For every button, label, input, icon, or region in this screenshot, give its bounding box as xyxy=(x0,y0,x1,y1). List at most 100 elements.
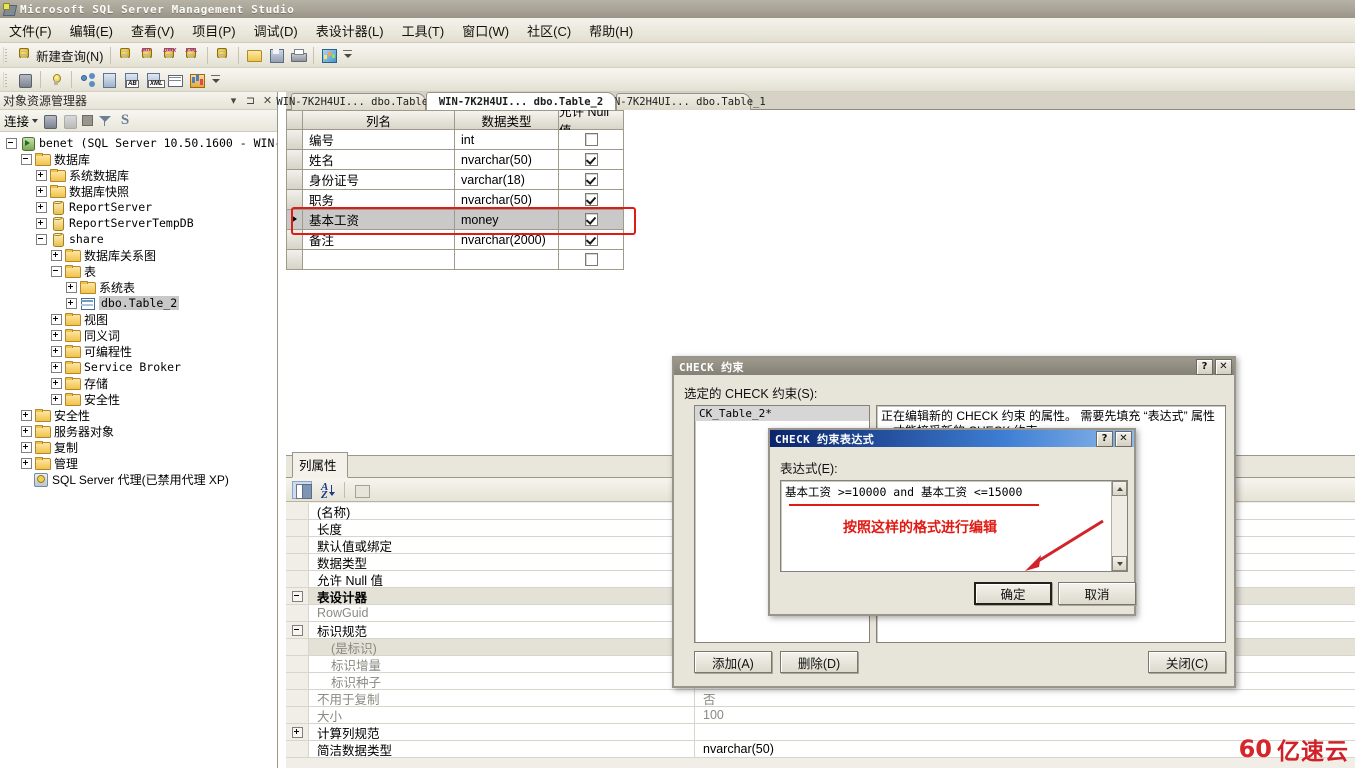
tree-node[interactable]: 视图 xyxy=(0,311,277,327)
allow-null-cell[interactable] xyxy=(559,190,624,210)
expand-icon[interactable] xyxy=(21,457,32,469)
row-selector[interactable] xyxy=(286,250,303,270)
scroll-down-button[interactable] xyxy=(1112,556,1127,571)
column-name-cell[interactable]: 备注 xyxy=(303,230,455,250)
table-row[interactable]: 基本工资 money xyxy=(286,210,624,230)
column-name-cell[interactable]: 基本工资 xyxy=(303,210,455,230)
scroll-up-button[interactable] xyxy=(1112,481,1127,496)
property-row[interactable]: 计算列规范 xyxy=(286,724,1355,741)
open-file-button[interactable] xyxy=(243,44,265,66)
expand-icon[interactable] xyxy=(36,185,47,197)
document-tab-2[interactable]: WIN-7K2H4UI... dbo.Table_1 xyxy=(601,93,766,110)
allow-null-cell[interactable] xyxy=(559,250,624,270)
delete-constraint-button[interactable]: 删除(D) xyxy=(780,651,858,673)
table-row[interactable]: 备注 nvarchar(2000) xyxy=(286,230,624,250)
pin-icon[interactable]: ⊐ xyxy=(244,94,257,107)
row-selector[interactable] xyxy=(286,210,303,230)
data-type-cell[interactable]: int xyxy=(455,130,559,150)
toolbar-grip[interactable] xyxy=(3,47,11,63)
toolbar-overflow-button[interactable] xyxy=(210,72,221,88)
column-name-cell[interactable]: 职务 xyxy=(303,190,455,210)
connect-button[interactable]: 连接 xyxy=(4,111,39,130)
compact-query-button[interactable] xyxy=(212,44,234,66)
database-engine-query-button[interactable] xyxy=(115,44,137,66)
data-type-cell[interactable]: varchar(18) xyxy=(455,170,559,190)
table-row[interactable]: 姓名 nvarchar(50) xyxy=(286,150,624,170)
expand-icon[interactable] xyxy=(291,726,303,738)
data-type-cell[interactable]: nvarchar(50) xyxy=(455,150,559,170)
tab-column-properties[interactable]: 列属性 xyxy=(292,452,348,478)
expr-ok-button[interactable]: 确定 xyxy=(974,582,1052,605)
execution-plan-button[interactable] xyxy=(186,69,208,91)
table-designer-grid[interactable]: 列名数据类型允许 Null 值编号int姓名nvarchar(50)身份证号va… xyxy=(286,105,624,270)
property-row[interactable]: 简洁数据类型 nvarchar(50) xyxy=(286,741,1355,758)
expand-icon[interactable] xyxy=(36,201,47,213)
table-row[interactable]: 编号 int xyxy=(286,130,624,150)
tree-node[interactable]: dbo.Table_2 xyxy=(0,295,277,311)
expand-icon[interactable] xyxy=(51,313,62,325)
close-icon[interactable]: ✕ xyxy=(1215,358,1232,375)
menu-item-1[interactable]: 编辑(E) xyxy=(61,18,122,43)
close-dialog-button[interactable]: 关闭(C) xyxy=(1148,651,1226,673)
menu-item-6[interactable]: 工具(T) xyxy=(393,18,454,43)
toolbar-overflow-button[interactable] xyxy=(342,47,353,63)
tree-node[interactable]: Service Broker xyxy=(0,359,277,375)
data-type-cell[interactable]: nvarchar(2000) xyxy=(455,230,559,250)
document-tab-0[interactable]: WIN-7K2H4UI... dbo.Table_2 xyxy=(276,93,441,110)
allow-null-cell[interactable] xyxy=(559,150,624,170)
tree-node[interactable]: 服务器对象 xyxy=(0,423,277,439)
row-selector[interactable] xyxy=(286,150,303,170)
tree-node[interactable]: SQL Server 代理(已禁用代理 XP) xyxy=(0,471,277,487)
tree-node[interactable]: 复制 xyxy=(0,439,277,455)
column-name-cell[interactable]: 身份证号 xyxy=(303,170,455,190)
help-icon[interactable]: ? xyxy=(1096,430,1113,447)
tree-node[interactable]: ReportServerTempDB xyxy=(0,215,277,231)
tree-node[interactable]: 表 xyxy=(0,263,277,279)
collapse-icon[interactable] xyxy=(21,153,32,165)
table-row[interactable]: 身份证号 varchar(18) xyxy=(286,170,624,190)
tree-node[interactable]: ReportServer xyxy=(0,199,277,215)
designer-column-header[interactable]: 列名 xyxy=(303,110,455,130)
alphabetical-icon[interactable]: AZ xyxy=(318,481,338,500)
tree-node[interactable]: 数据库 xyxy=(0,151,277,167)
allow-null-cell[interactable] xyxy=(559,210,624,230)
mdx-query-button[interactable]: MD xyxy=(137,44,159,66)
help-icon[interactable]: ? xyxy=(1196,358,1213,375)
allow-null-checkbox[interactable] xyxy=(584,173,598,186)
document-tab-1[interactable]: WIN-7K2H4UI... dbo.Table_2 xyxy=(426,92,616,110)
tree-node[interactable]: 可编程性 xyxy=(0,343,277,359)
object-explorer-tree[interactable]: benet (SQL Server 10.50.1600 - WIN-7K2H4… xyxy=(0,132,277,768)
categorized-icon[interactable] xyxy=(292,480,312,499)
share-button[interactable] xyxy=(76,69,98,91)
menu-item-0[interactable]: 文件(F) xyxy=(0,18,61,43)
expand-icon[interactable] xyxy=(51,393,62,405)
tree-node[interactable]: 安全性 xyxy=(0,391,277,407)
property-value[interactable]: 否 xyxy=(695,690,1355,707)
results-to-xml-button[interactable]: XML xyxy=(142,69,165,91)
property-value[interactable]: 100 xyxy=(695,707,1355,723)
tree-node[interactable]: 系统表 xyxy=(0,279,277,295)
column-name-cell[interactable] xyxy=(303,250,455,270)
expand-icon[interactable] xyxy=(51,377,62,389)
tree-node[interactable]: 系统数据库 xyxy=(0,167,277,183)
expand-icon[interactable] xyxy=(21,441,32,453)
property-pages-icon[interactable] xyxy=(351,481,371,499)
results-to-text-button[interactable] xyxy=(98,69,120,91)
tree-node[interactable]: 管理 xyxy=(0,455,277,471)
expression-textarea[interactable]: 基本工资 >=10000 and 基本工资 <=15000 按照这样的格式进行编… xyxy=(780,480,1128,572)
data-type-cell[interactable]: money xyxy=(455,210,559,230)
filter-icon[interactable] xyxy=(97,113,113,129)
expand-icon[interactable] xyxy=(51,329,62,341)
property-row[interactable]: 大小 100 xyxy=(286,707,1355,724)
collapse-icon[interactable] xyxy=(291,590,303,602)
row-selector[interactable] xyxy=(286,190,303,210)
allow-null-checkbox[interactable] xyxy=(584,193,598,206)
expand-icon[interactable] xyxy=(51,361,62,373)
row-selector[interactable] xyxy=(286,230,303,250)
tree-node[interactable]: 安全性 xyxy=(0,407,277,423)
allow-null-checkbox[interactable] xyxy=(584,233,598,246)
dropdown-icon[interactable]: ▾ xyxy=(227,94,240,107)
toolbar-grip[interactable] xyxy=(3,71,11,88)
disconnect-icon[interactable] xyxy=(62,113,78,129)
table-row[interactable] xyxy=(286,250,624,270)
